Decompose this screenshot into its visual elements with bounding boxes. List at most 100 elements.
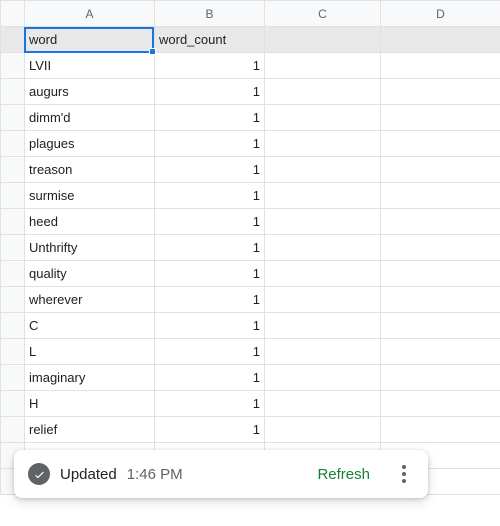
cell[interactable] bbox=[265, 183, 381, 209]
cell[interactable] bbox=[381, 235, 500, 261]
cell[interactable]: imaginary bbox=[25, 365, 155, 391]
row-number[interactable] bbox=[1, 287, 25, 313]
cell[interactable]: quality bbox=[25, 261, 155, 287]
corner-cell[interactable] bbox=[1, 1, 25, 27]
cell[interactable]: word bbox=[25, 27, 155, 53]
cell[interactable] bbox=[265, 27, 381, 53]
cell[interactable] bbox=[265, 235, 381, 261]
cell[interactable] bbox=[381, 287, 500, 313]
row-number[interactable] bbox=[1, 53, 25, 79]
cell[interactable]: 1 bbox=[155, 313, 265, 339]
table-row: LVII1 bbox=[1, 53, 500, 79]
cell[interactable] bbox=[265, 53, 381, 79]
cell[interactable] bbox=[381, 183, 500, 209]
cell[interactable]: 1 bbox=[155, 339, 265, 365]
cell[interactable]: 1 bbox=[155, 79, 265, 105]
table-row: plagues1 bbox=[1, 131, 500, 157]
cell[interactable] bbox=[265, 313, 381, 339]
cell[interactable]: word_count bbox=[155, 27, 265, 53]
cell[interactable] bbox=[265, 105, 381, 131]
cell[interactable]: 1 bbox=[155, 209, 265, 235]
cell[interactable]: 1 bbox=[155, 183, 265, 209]
table-row: augurs1 bbox=[1, 79, 500, 105]
table-row: wherever1 bbox=[1, 287, 500, 313]
cell[interactable]: 1 bbox=[155, 131, 265, 157]
cell[interactable] bbox=[381, 157, 500, 183]
table-row: Unthrifty1 bbox=[1, 235, 500, 261]
cell[interactable] bbox=[265, 131, 381, 157]
cell[interactable] bbox=[381, 313, 500, 339]
table-row: quality1 bbox=[1, 261, 500, 287]
row-number[interactable] bbox=[1, 79, 25, 105]
cell[interactable]: treason bbox=[25, 157, 155, 183]
cell[interactable] bbox=[381, 365, 500, 391]
row-number[interactable] bbox=[1, 391, 25, 417]
cell[interactable]: 1 bbox=[155, 53, 265, 79]
table-row: L1 bbox=[1, 339, 500, 365]
cell[interactable] bbox=[381, 339, 500, 365]
cell[interactable] bbox=[381, 131, 500, 157]
row-number[interactable] bbox=[1, 27, 25, 53]
cell[interactable]: C bbox=[25, 313, 155, 339]
row-number[interactable] bbox=[1, 339, 25, 365]
cell[interactable] bbox=[265, 287, 381, 313]
row-number[interactable] bbox=[1, 365, 25, 391]
row-number[interactable] bbox=[1, 105, 25, 131]
cell[interactable] bbox=[381, 53, 500, 79]
cell[interactable] bbox=[381, 209, 500, 235]
cell[interactable]: 1 bbox=[155, 391, 265, 417]
cell[interactable]: relief bbox=[25, 417, 155, 443]
column-header-c[interactable]: C bbox=[265, 1, 381, 27]
row-number[interactable] bbox=[1, 235, 25, 261]
cell[interactable] bbox=[381, 261, 500, 287]
row-number[interactable] bbox=[1, 183, 25, 209]
spreadsheet-grid[interactable]: A B C D wordword_countLVII1augurs1dimm'd… bbox=[0, 0, 500, 495]
cell[interactable]: 1 bbox=[155, 105, 265, 131]
row-number[interactable] bbox=[1, 157, 25, 183]
cell[interactable]: plagues bbox=[25, 131, 155, 157]
cell[interactable]: Unthrifty bbox=[25, 235, 155, 261]
table-row: C1 bbox=[1, 313, 500, 339]
cell[interactable] bbox=[265, 391, 381, 417]
cell[interactable] bbox=[381, 79, 500, 105]
cell[interactable] bbox=[265, 261, 381, 287]
cell[interactable]: L bbox=[25, 339, 155, 365]
row-number[interactable] bbox=[1, 261, 25, 287]
cell[interactable]: wherever bbox=[25, 287, 155, 313]
more-options-button[interactable] bbox=[394, 465, 414, 483]
cell[interactable] bbox=[265, 417, 381, 443]
cell[interactable]: dimm'd bbox=[25, 105, 155, 131]
table-row: treason1 bbox=[1, 157, 500, 183]
cell[interactable]: 1 bbox=[155, 287, 265, 313]
table-row: imaginary1 bbox=[1, 365, 500, 391]
cell[interactable]: 1 bbox=[155, 235, 265, 261]
cell[interactable]: surmise bbox=[25, 183, 155, 209]
cell[interactable] bbox=[265, 339, 381, 365]
cell[interactable]: H bbox=[25, 391, 155, 417]
cell[interactable] bbox=[265, 365, 381, 391]
cell[interactable] bbox=[381, 417, 500, 443]
refresh-button[interactable]: Refresh bbox=[317, 466, 370, 483]
cell[interactable]: 1 bbox=[155, 261, 265, 287]
cell[interactable] bbox=[381, 391, 500, 417]
cell[interactable]: 1 bbox=[155, 157, 265, 183]
row-number[interactable] bbox=[1, 313, 25, 339]
cell[interactable] bbox=[265, 209, 381, 235]
cell[interactable] bbox=[265, 157, 381, 183]
toast-time-text: 1:46 PM bbox=[127, 466, 183, 483]
cell[interactable]: augurs bbox=[25, 79, 155, 105]
row-number[interactable] bbox=[1, 209, 25, 235]
cell[interactable] bbox=[381, 27, 500, 53]
cell[interactable]: 1 bbox=[155, 365, 265, 391]
cell[interactable]: 1 bbox=[155, 417, 265, 443]
row-number[interactable] bbox=[1, 417, 25, 443]
cell[interactable]: LVII bbox=[25, 53, 155, 79]
cell[interactable]: heed bbox=[25, 209, 155, 235]
row-number[interactable] bbox=[1, 131, 25, 157]
column-header-a[interactable]: A bbox=[25, 1, 155, 27]
table-row: heed1 bbox=[1, 209, 500, 235]
cell[interactable] bbox=[381, 105, 500, 131]
column-header-d[interactable]: D bbox=[381, 1, 500, 27]
column-header-b[interactable]: B bbox=[155, 1, 265, 27]
cell[interactable] bbox=[265, 79, 381, 105]
